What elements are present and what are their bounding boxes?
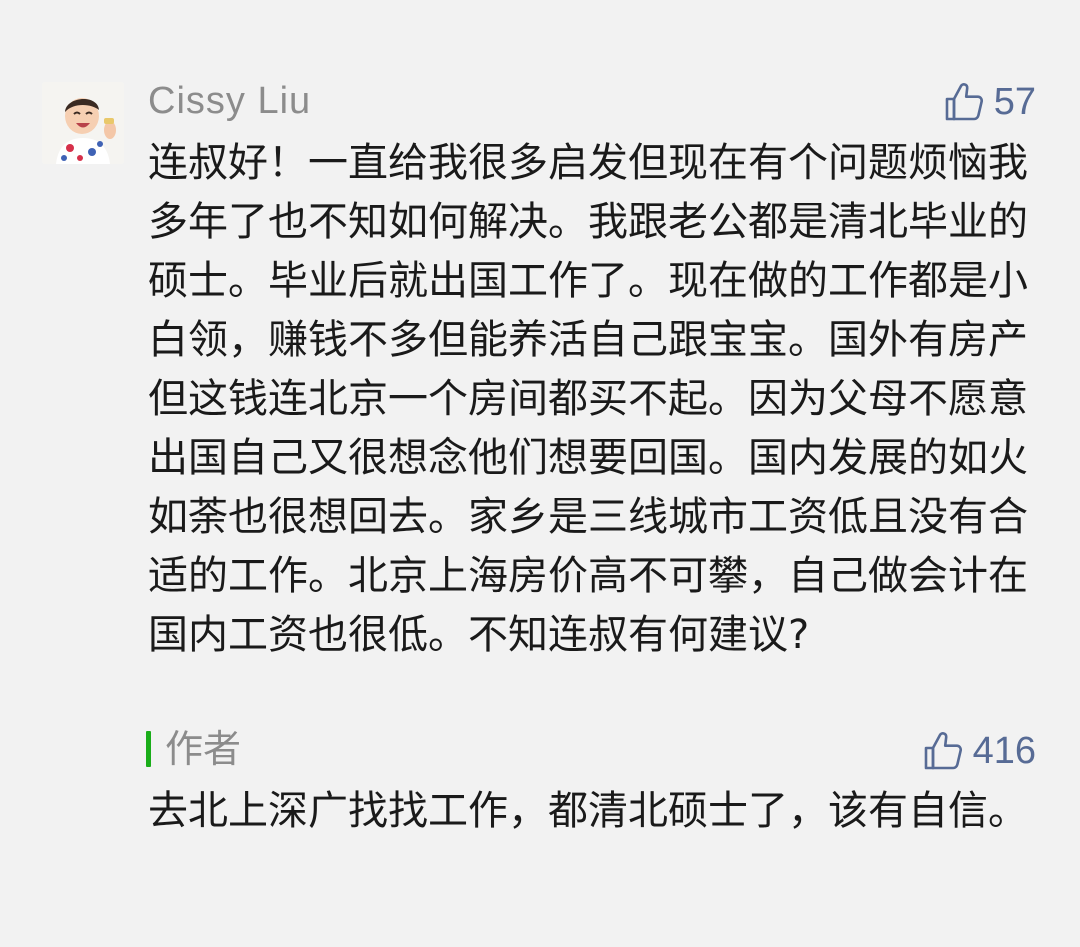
comment-text: 连叔好！一直给我很多启发但现在有个问题烦恼我多年了也不知如何解决。我跟老公都是清… [148,140,1028,658]
baby-photo-avatar-icon [42,82,124,164]
comment-like-button[interactable]: 57 [942,79,1036,125]
commenter-name: Cissy Liu [148,80,312,122]
author-reply-marker [146,731,151,767]
reply-like-button[interactable]: 416 [921,728,1036,774]
comment-like-count: 57 [993,81,1036,123]
comment-item: Cissy Liu 57 连叔好！一直给我很多启发但现在有个问题烦恼我多年了也不… [0,0,1080,947]
author-label: 作者 [165,727,242,771]
author-reply-text: 去北上深广找找工作，都清北硕士了，该有自信。 [148,788,1028,834]
thumbs-up-icon [924,732,962,770]
author-reply-header: 作者 [146,726,241,772]
avatar[interactable] [42,82,124,164]
thumbs-up-icon [945,83,983,121]
reply-like-count: 416 [972,730,1036,772]
